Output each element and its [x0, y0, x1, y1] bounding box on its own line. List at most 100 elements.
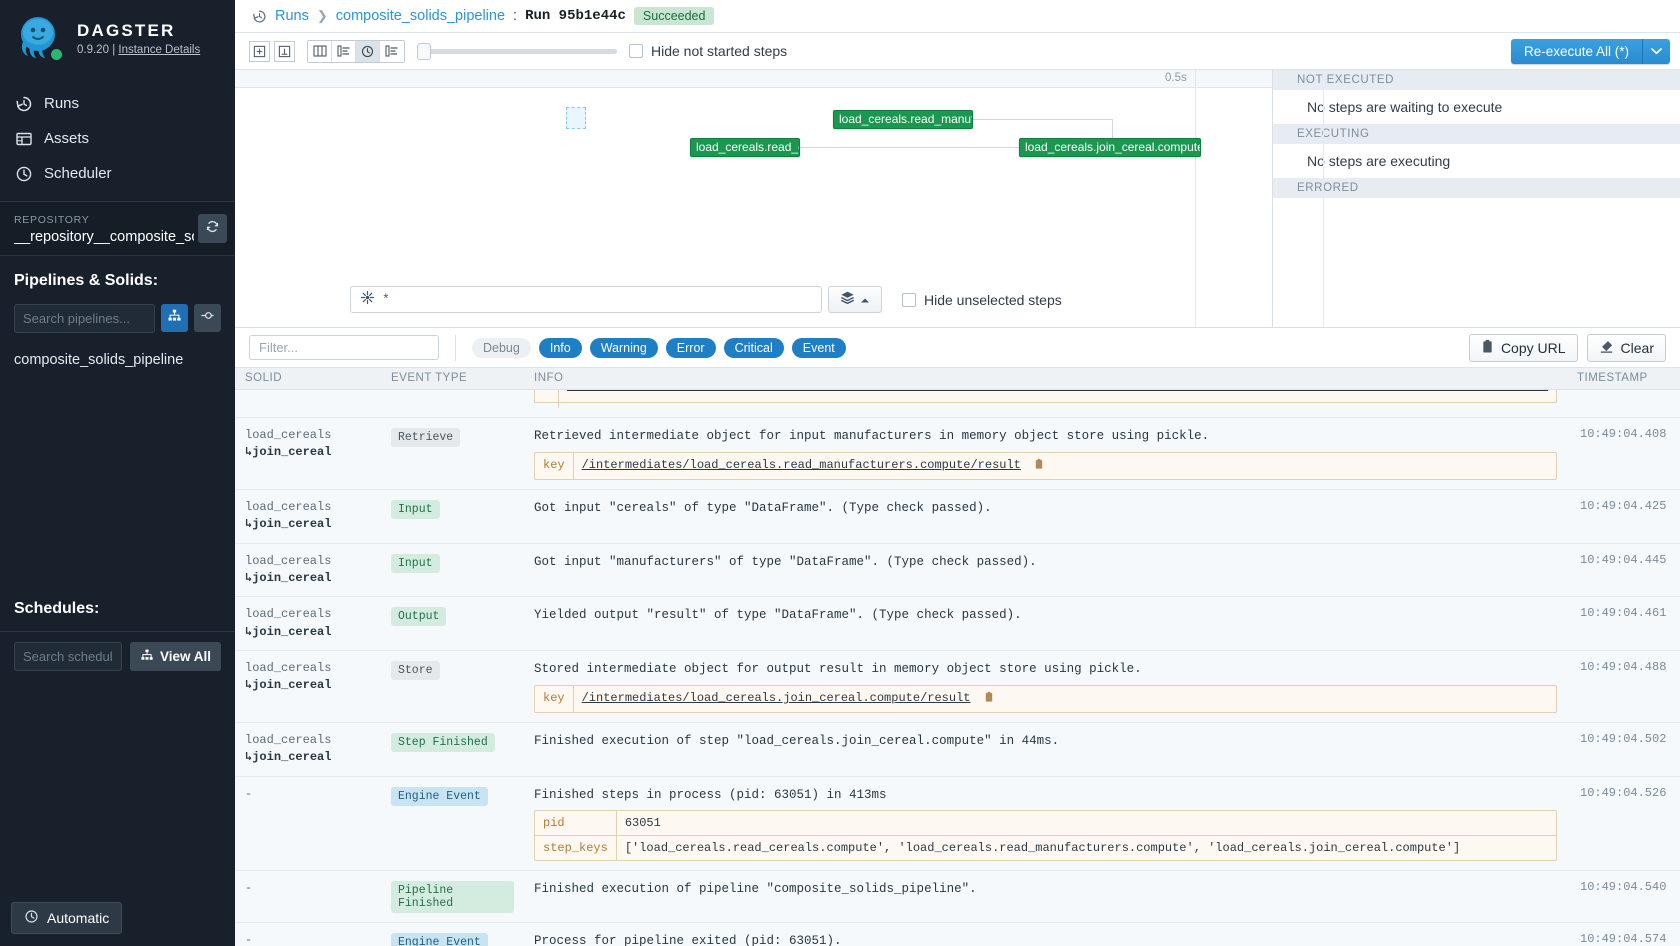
pipelines-search-row [0, 304, 235, 345]
copy-url-label: Copy URL [1500, 339, 1566, 356]
search-pipelines-input[interactable] [14, 304, 155, 333]
log-table-body[interactable]: load_cereals ↳join_cereal Retrieve Retri… [235, 390, 1680, 946]
repository-refresh-button[interactable] [198, 214, 227, 243]
table-row[interactable]: load_cereals ↳join_cereal Input Got inpu… [235, 489, 1680, 544]
cell-timestamp: 10:49:04.425 [1580, 498, 1667, 513]
table-row[interactable]: load_cereals ↳join_cereal Input Got inpu… [235, 543, 1680, 598]
breadcrumb-separator: ❯ [316, 8, 328, 23]
table-row[interactable]: - Pipeline Finished Finished execution o… [235, 871, 1680, 924]
hide-unselected-row[interactable]: Hide unselected steps [902, 292, 1062, 308]
cell-timestamp: 10:49:04.408 [1580, 427, 1667, 441]
table-row[interactable]: - Engine Event Process for pipeline exit… [235, 923, 1680, 946]
sidebar-footer: Automatic [0, 892, 235, 946]
gantt-chart-area: 0.5s load_cereals.read_manufacturers.com… [235, 70, 1680, 328]
hide-not-started-checkbox[interactable] [629, 44, 643, 58]
solid-selection-input[interactable]: * [350, 286, 822, 313]
solid-name: load_cereals [245, 428, 332, 442]
clipboard-icon[interactable] [984, 691, 994, 709]
brand-subtitle: 0.9.20 | Instance Details [77, 44, 200, 56]
sidebar-item-runs[interactable]: Runs [0, 86, 235, 121]
column-header-event-type: EVENT TYPE [391, 372, 468, 384]
schedules-empty-area [0, 681, 235, 892]
collapse-rows-button[interactable] [274, 40, 295, 62]
hide-unselected-checkbox[interactable] [902, 292, 916, 307]
breadcrumb: Runs ❯ composite_solids_pipeline : Run 9… [235, 0, 1680, 33]
zoom-slider-thumb[interactable] [417, 42, 431, 60]
metadata-value: ['load_cereals.read_cereals.compute', 'l… [616, 835, 1556, 860]
event-type-badge: Engine Event [391, 786, 488, 806]
table-row[interactable]: load_cereals ↳join_cereal Store Stored i… [235, 651, 1680, 723]
table-row[interactable]: load_cereals ↳join_cereal Output Yielded… [235, 597, 1680, 652]
metadata-link[interactable]: /intermediates/load_cereals.read_manufac… [582, 458, 1021, 472]
copy-url-button[interactable]: Copy URL [1468, 333, 1578, 362]
schedules-search-row: View All [0, 632, 235, 681]
view-columns-button[interactable] [308, 40, 332, 62]
cell-solid: load_cereals ↳join_cereal [235, 723, 381, 776]
info-message: Stored intermediate object for output re… [534, 662, 1142, 677]
log-level-event[interactable]: Event [791, 337, 846, 358]
gantt-step-label: load_cereals.read_manufacturers.compute [839, 112, 972, 126]
pipeline-list-item[interactable]: composite_solids_pipeline [0, 345, 235, 375]
zoom-slider[interactable] [417, 42, 617, 60]
view-waterfall-button[interactable] [332, 40, 356, 62]
zoom-slider-track[interactable] [417, 42, 617, 60]
breadcrumb-pipeline-link[interactable]: composite_solids_pipeline [336, 8, 505, 24]
view-all-schedules-button[interactable]: View All [129, 642, 221, 671]
gantt-step-box[interactable]: load_cereals.read_manufacturers.compute [833, 110, 973, 129]
table-row[interactable] [235, 390, 1680, 418]
log-level-debug[interactable]: Debug [472, 337, 531, 358]
log-level-warning[interactable]: Warning [589, 337, 658, 358]
view-timeline-button[interactable] [356, 40, 380, 62]
solid-selection-value: * [382, 292, 390, 307]
view-gantt-button[interactable] [380, 40, 404, 62]
log-table-header: SOLID EVENT TYPE INFO TIMESTAMP [235, 368, 1680, 390]
log-level-error[interactable]: Error [665, 337, 716, 358]
event-type-badge: Pipeline Finished [391, 881, 514, 914]
schedules-heading: Schedules: [14, 600, 100, 617]
refresh-icon [205, 219, 220, 239]
solid-name: - [245, 881, 253, 896]
hide-not-started-row[interactable]: Hide not started steps [629, 43, 787, 59]
sidebar-item-label: Assets [44, 130, 90, 147]
log-level-critical[interactable]: Critical [723, 337, 784, 358]
table-row[interactable]: load_cereals ↳join_cereal Retrieve Retri… [235, 418, 1680, 490]
sidebar-item-assets[interactable]: Assets [0, 121, 235, 156]
log-level-info[interactable]: Info [538, 337, 582, 358]
gantt-gridline [1323, 88, 1324, 327]
gantt-step-box[interactable]: load_cereals.join_cereal.compute [1019, 138, 1201, 157]
view-mode-group [307, 39, 405, 63]
cell-info: Finished execution of pipeline "composit… [524, 871, 1567, 922]
expand-rows-button[interactable] [249, 40, 270, 62]
log-filter-input[interactable] [249, 335, 439, 360]
instance-details-link[interactable]: Instance Details [118, 44, 200, 56]
solid-name: load_cereals [245, 553, 332, 568]
search-schedules-input[interactable] [14, 642, 122, 671]
layers-button[interactable] [828, 286, 882, 313]
sidebar-nav: Runs Assets Scheduler [0, 78, 235, 201]
automatic-label: Automatic [47, 910, 110, 926]
cell-timestamp: 10:49:04.526 [1580, 785, 1667, 800]
reexecute-all-button[interactable]: Re-execute All (*) [1510, 38, 1643, 64]
cell-event-type: Input [381, 544, 524, 597]
clipboard-icon[interactable] [1034, 458, 1044, 476]
breadcrumb-runs-link[interactable]: Runs [275, 8, 309, 24]
solid-icon [200, 308, 215, 328]
solid-child-name: ↳join_cereal [245, 445, 332, 460]
pipeline-solid-view-button[interactable] [194, 304, 221, 332]
clock-icon [14, 164, 33, 183]
reexecute-dropdown-button[interactable] [1643, 38, 1670, 64]
cell-info: Got input "manufacturers" of type "DataF… [524, 544, 1567, 597]
metadata-link[interactable]: /intermediates/load_cereals.join_cereal.… [582, 691, 971, 705]
table-row[interactable]: - Engine Event Finished steps in process… [235, 776, 1680, 872]
sidebar-item-scheduler[interactable]: Scheduler [0, 156, 235, 191]
clear-label: Clear [1620, 339, 1654, 356]
gantt-step-box[interactable]: load_cereals.read_cereals.compute [690, 138, 800, 157]
pipeline-graph-view-button[interactable] [161, 304, 188, 332]
table-row[interactable]: load_cereals ↳join_cereal Step Finished … [235, 722, 1680, 777]
cell-info: Finished steps in process (pid: 63051) i… [524, 777, 1567, 871]
automatic-theme-button[interactable]: Automatic [11, 902, 123, 934]
clear-button[interactable]: Clear [1586, 333, 1666, 362]
cell-timestamp: 10:49:04.461 [1580, 606, 1667, 621]
solid-selector-icon [360, 290, 375, 309]
brand-title: DAGSTER [77, 20, 176, 40]
